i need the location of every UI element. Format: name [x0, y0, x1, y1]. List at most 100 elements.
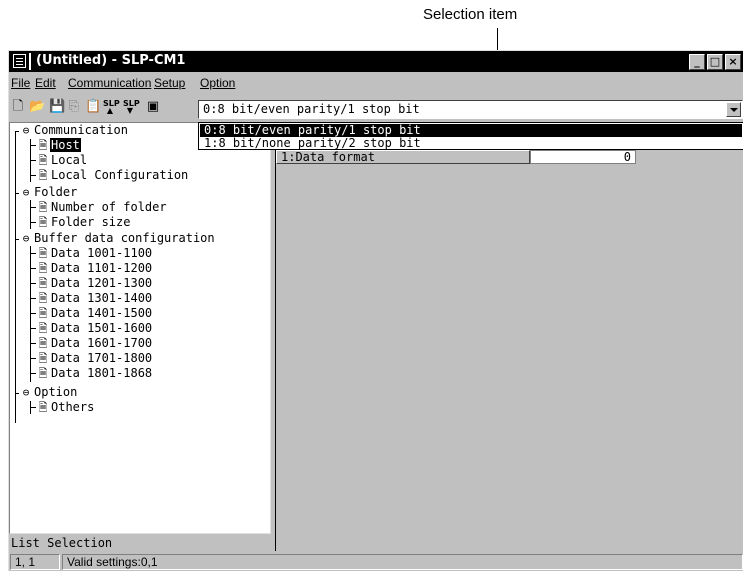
grid-row-header[interactable]: 1:Data format: [276, 150, 530, 164]
new-file-icon[interactable]: 🗋: [11, 100, 25, 114]
tree-folder-size-label: Folder size: [51, 215, 131, 229]
maximize-button[interactable]: □: [707, 54, 723, 70]
print-preview-icon[interactable]: ▣: [146, 100, 160, 114]
app-window: (Untitled) - SLP-CM1 _ □ × File Edit Com…: [8, 50, 743, 571]
tree-others[interactable]: 🗎 Others: [36, 400, 95, 415]
menu-file-label: File: [11, 76, 31, 90]
tree-buffer-label: Buffer data configuration: [34, 231, 215, 245]
download-slp-icon[interactable]: SLP ▼: [123, 99, 140, 115]
tree-buffer-data-configuration[interactable]: ⊖ Buffer data configuration: [19, 231, 216, 246]
document-icon: 🗎: [38, 367, 48, 380]
document-icon: 🗎: [38, 216, 48, 229]
callout-label: Selection item: [423, 6, 518, 23]
tree-data-range[interactable]: 🗎 Data 1001-1100: [36, 246, 153, 261]
status-message: Valid settings:0,1: [62, 554, 743, 570]
tree-view: ⊖ Communication 🗎 Host 🗎 Local 🗎 Local Confi…: [9, 122, 271, 534]
copy-icon[interactable]: ⎘: [67, 100, 81, 114]
tree-data-range[interactable]: 🗎 Data 1401-1500: [36, 306, 153, 321]
close-button[interactable]: ×: [725, 54, 741, 70]
tree-host-label: Host: [50, 138, 81, 152]
tree-data-range-label: Data 1401-1500: [51, 306, 153, 320]
tree-local-configuration-label: Local Configuration: [51, 168, 189, 182]
tree-number-of-folder-label: Number of folder: [51, 200, 167, 214]
tree-data-range[interactable]: 🗎 Data 1101-1200: [36, 261, 153, 276]
tree-option-label: Option: [34, 385, 78, 399]
upload-slp-label: SLP: [103, 99, 120, 108]
tree-data-range[interactable]: 🗎 Data 1501-1600: [36, 321, 153, 336]
document-icon: 🗎: [38, 201, 48, 214]
combo-selected-value: 0:8 bit/even parity/1 stop bit: [203, 102, 420, 116]
save-icon[interactable]: 💾: [49, 100, 65, 114]
menu-setup[interactable]: Setup: [154, 76, 185, 90]
setting-combobox[interactable]: 0:8 bit/even parity/1 stop bit: [198, 100, 743, 119]
window-controls: _ □ ×: [689, 54, 741, 70]
status-bar: 1, 1 Valid settings:0,1: [9, 552, 743, 571]
tree-data-range[interactable]: 🗎 Data 1701-1800: [36, 351, 153, 366]
tree-data-range-label: Data 1001-1100: [51, 246, 153, 260]
menu-edit[interactable]: Edit: [35, 76, 56, 90]
tree-data-range-label: Data 1601-1700: [51, 336, 153, 350]
tree-folder[interactable]: ⊖ Folder: [19, 185, 78, 200]
document-icon: 🗎: [38, 154, 48, 167]
document-icon: 🗎: [38, 169, 48, 182]
tree-host[interactable]: 🗎 Host: [36, 138, 81, 153]
paste-icon[interactable]: 📋: [85, 100, 101, 114]
title-separator: [29, 53, 31, 70]
folder-open-icon: ⊖: [22, 386, 30, 399]
document-icon: 🗎: [38, 292, 48, 305]
folder-open-icon: ⊖: [22, 124, 30, 137]
minimize-button[interactable]: _: [689, 54, 705, 70]
menu-bar: File Edit Communication Setup Option: [9, 73, 743, 93]
menu-option-label: Option: [200, 76, 236, 90]
tree-data-range-label: Data 1501-1600: [51, 321, 153, 335]
tree-communication[interactable]: ⊖ Communication: [19, 123, 129, 138]
upload-slp-icon[interactable]: SLP ▲: [103, 99, 120, 115]
tree-data-range[interactable]: 🗎 Data 1801-1868: [36, 366, 153, 381]
document-icon: 🗎: [38, 277, 48, 290]
tree-data-range[interactable]: 🗎 Data 1601-1700: [36, 336, 153, 351]
grid-value-cell[interactable]: 0: [530, 150, 636, 164]
download-slp-label: SLP: [123, 99, 140, 108]
list-selection-label: List Selection: [11, 536, 113, 550]
tree-data-range-label: Data 1201-1300: [51, 276, 153, 290]
document-icon: 🗎: [38, 262, 48, 275]
document-icon: 🗎: [38, 401, 48, 414]
tree-folder-size[interactable]: 🗎 Folder size: [36, 215, 131, 230]
status-position: 1, 1: [10, 554, 60, 570]
open-folder-icon[interactable]: 📂: [29, 100, 45, 114]
menu-edit-label: Edit: [35, 76, 56, 90]
tree-local[interactable]: 🗎 Local: [36, 153, 88, 168]
tree-local-configuration[interactable]: 🗎 Local Configuration: [36, 168, 189, 183]
document-icon: 🗎: [38, 247, 48, 260]
combo-option-1[interactable]: 1:8 bit/none parity/2 stop bit: [200, 137, 742, 150]
settings-grid: 1:Data format 0: [276, 122, 743, 552]
document-icon: 🗎: [38, 352, 48, 365]
tree-data-range-label: Data 1801-1868: [51, 366, 153, 380]
tree-number-of-folder[interactable]: 🗎 Number of folder: [36, 200, 168, 215]
tree-data-range[interactable]: 🗎 Data 1301-1400: [36, 291, 153, 306]
title-bar[interactable]: (Untitled) - SLP-CM1 _ □ ×: [9, 51, 743, 72]
tree-data-range-label: Data 1301-1400: [51, 291, 153, 305]
folder-open-icon: ⊖: [22, 186, 30, 199]
tree-option[interactable]: ⊖ Option: [19, 385, 78, 400]
tree-data-range[interactable]: 🗎 Data 1201-1300: [36, 276, 153, 291]
combo-dropdown-button[interactable]: [726, 102, 741, 117]
document-icon: 🗎: [38, 139, 48, 152]
combo-dropdown-list: 0:8 bit/even parity/1 stop bit 1:8 bit/n…: [198, 122, 743, 150]
tree-folder-label: Folder: [34, 185, 78, 199]
menu-option[interactable]: Option: [200, 76, 235, 90]
menu-communication-label: Communication: [68, 76, 152, 90]
document-icon: 🗎: [38, 307, 48, 320]
window-title: (Untitled) - SLP-CM1: [36, 53, 186, 68]
tree-others-label: Others: [51, 400, 95, 414]
document-icon: 🗎: [38, 337, 48, 350]
app-icon[interactable]: [13, 54, 26, 68]
tree-data-range-label: Data 1101-1200: [51, 261, 153, 275]
toolbar: 🗋 📂 💾 ⎘ 📋 SLP ▲ SLP ▼ ▣ 0:8 bit/even parit…: [9, 95, 743, 121]
tree-data-range-label: Data 1701-1800: [51, 351, 153, 365]
menu-communication[interactable]: Communication: [68, 76, 151, 90]
menu-file[interactable]: File: [11, 76, 30, 90]
tree-local-label: Local: [51, 153, 88, 167]
menu-setup-label: Setup: [154, 76, 186, 90]
document-icon: 🗎: [38, 322, 48, 335]
